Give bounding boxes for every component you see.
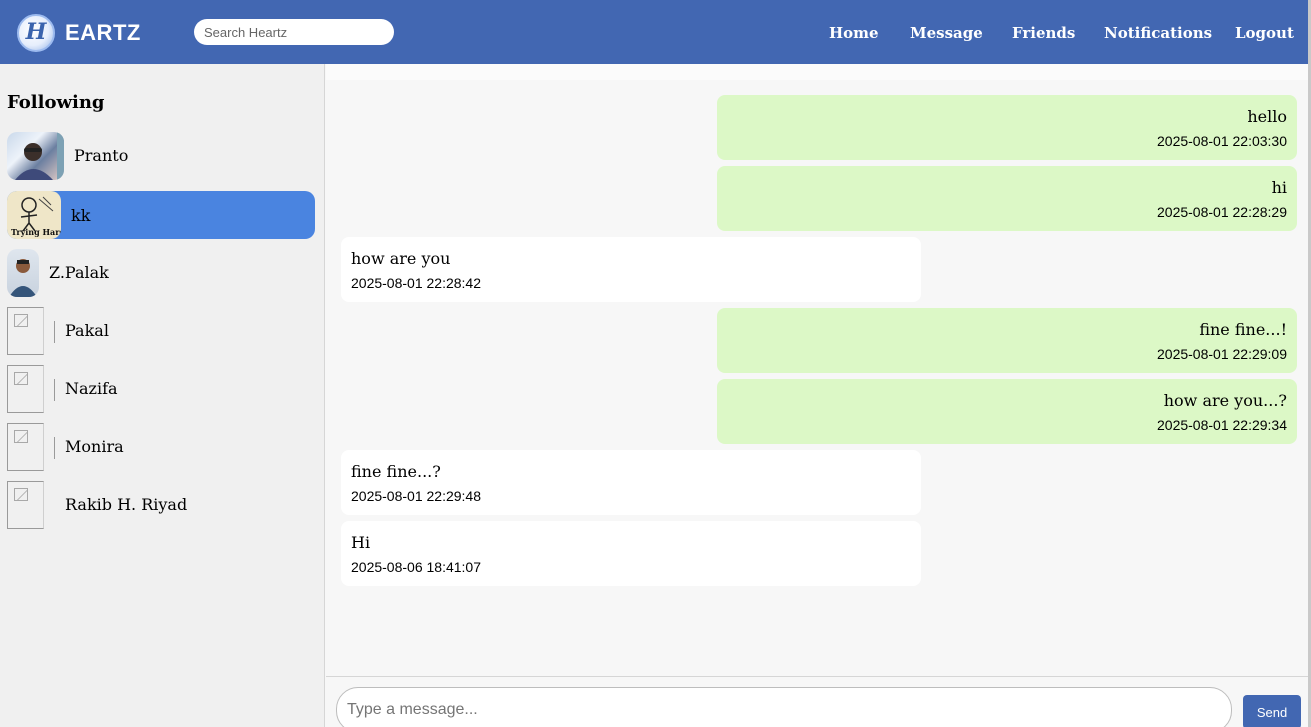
message-text: fine fine...! <box>1199 320 1287 339</box>
message-text: Hi <box>351 533 371 552</box>
following-heading: Following <box>7 92 105 113</box>
nav-logout[interactable]: Logout <box>1235 24 1294 42</box>
message-text: how are you <box>351 249 451 268</box>
friend-item-z-palak[interactable]: Z.Palak <box>7 249 315 297</box>
broken-image-icon <box>7 365 44 413</box>
search-input[interactable] <box>194 19 394 45</box>
friend-name: Z.Palak <box>49 263 109 282</box>
friend-item-rakib-h-riyad[interactable]: Rakib H. Riyad <box>7 481 315 529</box>
brand-name[interactable]: EARTZ <box>65 20 141 46</box>
message-timestamp: 2025-08-01 22:29:34 <box>1157 417 1287 433</box>
message-composer: Send <box>326 676 1308 727</box>
avatar: Trying Hard <box>7 191 61 239</box>
message-bubble-received: Hi 2025-08-06 18:41:07 <box>341 521 921 586</box>
nav-friends[interactable]: Friends <box>1012 24 1075 42</box>
message-bubble-received: how are you 2025-08-01 22:28:42 <box>341 237 921 302</box>
message-timestamp: 2025-08-01 22:29:09 <box>1157 346 1287 362</box>
friend-name: Nazifa <box>65 379 118 398</box>
avatar <box>7 249 39 297</box>
send-button[interactable]: Send <box>1243 695 1301 727</box>
top-navbar: H EARTZ Home Message Friends Notificatio… <box>0 0 1311 64</box>
nav-message[interactable]: Message <box>910 24 983 42</box>
chat-messages-panel[interactable]: hello 2025-08-01 22:03:30 hi 2025-08-01 … <box>326 64 1308 676</box>
following-sidebar: Following Pranto Trying Hard kk Z.Palak … <box>0 64 325 727</box>
message-bubble-sent: hello 2025-08-01 22:03:30 <box>717 95 1297 160</box>
message-timestamp: 2025-08-01 22:28:29 <box>1157 204 1287 220</box>
avatar-photo-icon <box>15 132 64 180</box>
nav-home[interactable]: Home <box>829 24 879 42</box>
logo-letter: H <box>25 19 47 45</box>
avatar <box>7 132 64 180</box>
avatar-sketch-icon: Trying Hard <box>11 196 61 237</box>
broken-image-icon <box>7 423 44 471</box>
friend-item-kk[interactable]: Trying Hard kk <box>7 191 315 239</box>
svg-text:Trying Hard: Trying Hard <box>11 227 61 237</box>
friend-name: Pranto <box>74 146 129 165</box>
avatar-border <box>54 321 55 343</box>
message-bubble-received: fine fine...? 2025-08-01 22:29:48 <box>341 450 921 515</box>
message-text: hello <box>1247 107 1287 126</box>
friend-item-pakal[interactable]: Pakal <box>7 307 315 355</box>
nav-notifications[interactable]: Notifications <box>1104 24 1212 42</box>
avatar-photo-icon <box>9 259 37 297</box>
avatar-border <box>54 379 55 401</box>
avatar-border <box>54 437 55 459</box>
message-bubble-sent: how are you...? 2025-08-01 22:29:34 <box>717 379 1297 444</box>
friend-name: Rakib H. Riyad <box>65 495 188 514</box>
friend-item-nazifa[interactable]: Nazifa <box>7 365 315 413</box>
message-timestamp: 2025-08-01 22:28:42 <box>351 275 481 291</box>
friend-name: Pakal <box>65 321 109 340</box>
message-bubble-sent: hi 2025-08-01 22:28:29 <box>717 166 1297 231</box>
message-text: hi <box>1271 178 1287 197</box>
broken-image-icon <box>7 307 44 355</box>
friend-name: kk <box>71 206 91 225</box>
chat-header-strip <box>326 64 1308 80</box>
friend-name: Monira <box>65 437 124 456</box>
friend-item-pranto[interactable]: Pranto <box>7 132 315 180</box>
message-timestamp: 2025-08-01 22:03:30 <box>1157 133 1287 149</box>
broken-image-icon <box>7 481 44 529</box>
message-input[interactable] <box>336 687 1232 727</box>
message-timestamp: 2025-08-01 22:29:48 <box>351 488 481 504</box>
message-bubble-sent: fine fine...! 2025-08-01 22:29:09 <box>717 308 1297 373</box>
message-text: fine fine...? <box>351 462 441 481</box>
heartz-logo-icon[interactable]: H <box>17 14 55 52</box>
message-timestamp: 2025-08-06 18:41:07 <box>351 559 481 575</box>
friend-item-monira[interactable]: Monira <box>7 423 315 471</box>
message-text: how are you...? <box>1163 391 1287 410</box>
